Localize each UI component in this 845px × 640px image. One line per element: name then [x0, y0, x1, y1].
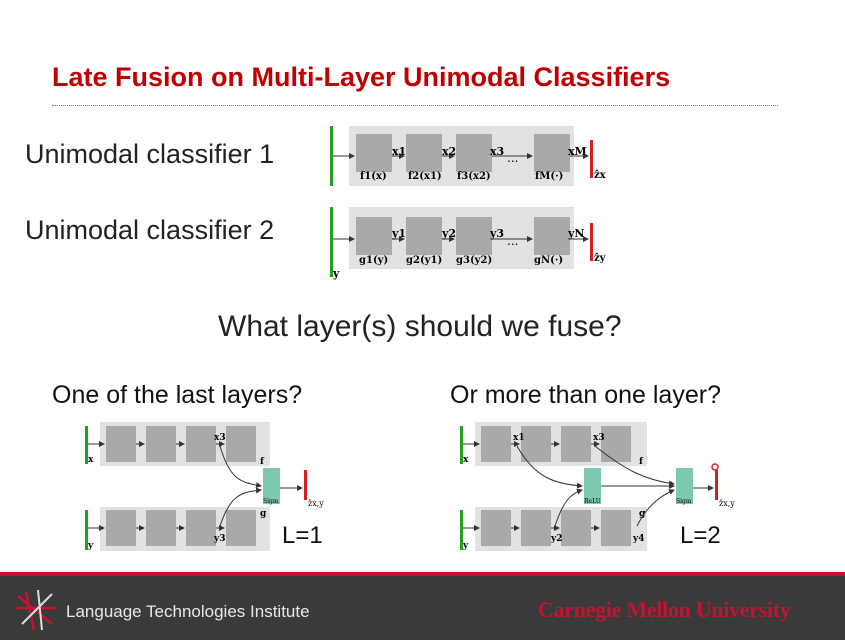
layer-box: [186, 510, 216, 546]
classifier-1-input-bar: [330, 126, 333, 186]
lti-logo-icon: [16, 589, 56, 631]
rep-label: y1: [391, 227, 406, 240]
layer-box: [534, 217, 570, 255]
title-divider: [52, 105, 778, 106]
layer-box: [356, 134, 392, 172]
layer-box: [521, 510, 551, 546]
rep-label: yN: [567, 227, 584, 240]
unit-label: Sigm: [676, 498, 692, 505]
layer-box: [561, 426, 591, 462]
input-label: x: [88, 455, 94, 465]
func-label: f3(x2): [457, 171, 491, 182]
func-label: g1(y): [359, 255, 388, 266]
rep-label: y4: [632, 534, 645, 544]
output-label: ẑx,y: [719, 499, 735, 508]
unit-label: ReLU: [584, 498, 601, 505]
classifier-2-diagram: y y1 y2 y3 ... yN g1(y) g2(y1) g3(y2) gN…: [330, 207, 607, 280]
layer-box: [601, 426, 631, 462]
rep-label: x1: [392, 145, 406, 158]
rep-label: x3: [490, 145, 504, 158]
layer-box: [406, 134, 442, 172]
layer-box: [146, 426, 176, 462]
layer-box: [226, 510, 256, 546]
rep-label: y2: [441, 227, 456, 240]
rep-label: y2: [550, 534, 563, 544]
classifier-1-output-bar: [590, 140, 593, 178]
classifier-2-label: Unimodal classifier 2: [25, 215, 275, 245]
pointer-dot: [711, 463, 719, 471]
slide-title: Late Fusion on Multi-Layer Unimodal Clas…: [52, 62, 671, 92]
layer-count-single: L=1: [282, 522, 323, 549]
func-label: g2(y1): [406, 255, 442, 266]
ellipsis: ...: [507, 234, 518, 248]
layer-box: [356, 217, 392, 255]
layer-box: [226, 426, 256, 462]
layer-box: [601, 510, 631, 546]
layer-box: [186, 426, 216, 462]
func-label: g3(y2): [456, 255, 492, 266]
layer-box: [456, 134, 492, 172]
rep-label: x3: [214, 433, 226, 443]
footer-university: Carnegie Mellon University: [538, 597, 791, 622]
layer-box: [456, 217, 492, 255]
layer-box: [146, 510, 176, 546]
unit-label: Sigm: [263, 498, 279, 505]
input-label: x: [463, 455, 469, 465]
layer-box: [481, 510, 511, 546]
footer-institute: Language Technologies Institute: [66, 602, 310, 621]
rep-label: x2: [442, 145, 456, 158]
func-label: f1(x): [360, 171, 387, 182]
classifier-name: g: [639, 509, 646, 519]
func-label: f2(x1): [408, 171, 442, 182]
input-label: y: [332, 267, 340, 280]
layer-box: [106, 426, 136, 462]
rep-label: xM: [568, 145, 587, 158]
classifier-1-label: Unimodal classifier 1: [25, 139, 275, 169]
layer-box: [481, 426, 511, 462]
rep-label: x1: [513, 433, 525, 443]
classifier-1-diagram: x1 x2 x3 ... xM f1(x) f2(x1) f3(x2) fM(·…: [330, 126, 607, 186]
layer-box: [106, 510, 136, 546]
ellipsis: ...: [507, 151, 518, 165]
output-bar: [715, 470, 718, 500]
option-last-layers: One of the last layers?: [52, 381, 303, 409]
rep-label: y3: [489, 227, 504, 240]
classifier-2-output-bar: [590, 223, 593, 261]
layer-box: [521, 426, 551, 462]
layer-box: [534, 134, 570, 172]
func-label: gN(·): [534, 255, 563, 266]
output-label: ẑx: [594, 170, 607, 181]
input-label: y: [87, 541, 94, 551]
output-bar: [304, 470, 307, 500]
output-label: ẑy: [594, 253, 607, 264]
layer-count-multi: L=2: [680, 522, 721, 549]
layer-box: [561, 510, 591, 546]
rep-label: x3: [593, 433, 605, 443]
rep-label: y3: [213, 534, 226, 544]
input-label: y: [462, 541, 469, 551]
fusion-question: What layer(s) should we fuse?: [218, 310, 622, 343]
output-label: ẑx,y: [308, 499, 324, 508]
classifier-name: g: [260, 509, 267, 519]
func-label: fM(·): [535, 171, 563, 182]
layer-box: [406, 217, 442, 255]
option-multiple-layers: Or more than one layer?: [450, 381, 721, 409]
